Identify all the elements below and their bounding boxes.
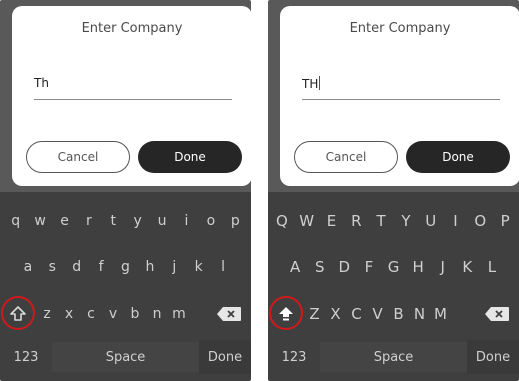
keyboard: q w e r t y u i o p a s d f g h j k l z … (0, 192, 251, 381)
key-y[interactable]: Y (394, 206, 419, 236)
key-h[interactable]: H (406, 252, 431, 282)
dialog-title: Enter Company (349, 21, 451, 36)
key-n[interactable]: n (146, 299, 168, 329)
keyboard-row-1: Q W E R T Y U I O P (268, 206, 519, 236)
cancel-button[interactable]: Cancel (26, 141, 130, 173)
key-t[interactable]: t (101, 206, 125, 236)
space-key[interactable]: Space (320, 342, 467, 372)
keyboard: Q W E R T Y U I O P A S D F G H J K L Z … (268, 192, 519, 381)
key-m[interactable]: M (430, 299, 451, 329)
enter-company-dialog: Enter Company TH Cancel Done (280, 6, 519, 186)
key-i[interactable]: i (174, 206, 198, 236)
key-p[interactable]: P (493, 206, 518, 236)
key-i[interactable]: I (443, 206, 468, 236)
company-input-value: TH (302, 77, 319, 91)
key-g[interactable]: g (113, 252, 137, 282)
letter-keys-row-3: z x c v b n m (36, 299, 190, 329)
cancel-button[interactable]: Cancel (294, 141, 398, 173)
screen-uppercase: Enter Company TH Cancel Done Q W E R T Y… (268, 0, 519, 381)
key-l[interactable]: l (211, 252, 235, 282)
key-v[interactable]: v (102, 299, 124, 329)
keyboard-row-2: a s d f g h j k l (0, 252, 251, 282)
highlight-circle (269, 296, 303, 330)
company-input-value: Th (34, 76, 49, 90)
key-z[interactable]: Z (304, 299, 325, 329)
key-v[interactable]: V (367, 299, 388, 329)
done-button[interactable]: Done (406, 141, 510, 173)
key-e[interactable]: e (52, 206, 76, 236)
backspace-key[interactable] (211, 299, 247, 329)
key-o[interactable]: O (468, 206, 493, 236)
key-n[interactable]: N (409, 299, 430, 329)
dim-overlay: Enter Company Th Cancel Done (0, 0, 251, 192)
letter-keys-row-3: Z X C V B N M (304, 299, 451, 329)
key-o[interactable]: o (199, 206, 223, 236)
key-a[interactable]: a (16, 252, 40, 282)
key-c[interactable]: c (80, 299, 102, 329)
keyboard-row-1: q w e r t y u i o p (0, 206, 251, 236)
key-p[interactable]: p (223, 206, 247, 236)
keyboard-bottom-row: 123 Space Done (268, 340, 519, 374)
key-f[interactable]: f (89, 252, 113, 282)
key-z[interactable]: z (36, 299, 58, 329)
dialog-title: Enter Company (81, 21, 183, 36)
screen-lowercase: Enter Company Th Cancel Done q w e r t y… (0, 0, 251, 381)
key-m[interactable]: m (168, 299, 190, 329)
key-q[interactable]: Q (270, 206, 295, 236)
key-u[interactable]: u (150, 206, 174, 236)
keyboard-row-3: Z X C V B N M (268, 296, 519, 330)
company-input-value-wrap: TH (302, 76, 321, 91)
key-w[interactable]: W (294, 206, 319, 236)
numbers-key[interactable]: 123 (268, 340, 320, 374)
numbers-key[interactable]: 123 (0, 340, 52, 374)
key-h[interactable]: h (138, 252, 162, 282)
keyboard-row-3: z x c v b n m (0, 296, 251, 330)
keyboard-done-key[interactable]: Done (467, 340, 519, 374)
key-s[interactable]: S (307, 252, 332, 282)
key-d[interactable]: d (65, 252, 89, 282)
keyboard-bottom-row: 123 Space Done (0, 340, 251, 374)
comparison-stage: Enter Company Th Cancel Done q w e r t y… (0, 0, 519, 381)
key-g[interactable]: G (381, 252, 406, 282)
key-q[interactable]: q (4, 206, 28, 236)
key-y[interactable]: y (126, 206, 150, 236)
company-input[interactable]: TH (302, 70, 500, 100)
key-l[interactable]: L (480, 252, 505, 282)
backspace-icon (217, 307, 241, 321)
key-k[interactable]: K (455, 252, 480, 282)
key-d[interactable]: D (332, 252, 357, 282)
key-w[interactable]: w (28, 206, 52, 236)
enter-company-dialog: Enter Company Th Cancel Done (12, 6, 251, 186)
key-j[interactable]: j (162, 252, 186, 282)
key-k[interactable]: k (186, 252, 210, 282)
shift-key[interactable] (0, 296, 36, 330)
backspace-icon (485, 307, 509, 321)
key-r[interactable]: r (77, 206, 101, 236)
key-j[interactable]: J (430, 252, 455, 282)
key-r[interactable]: R (344, 206, 369, 236)
company-input[interactable]: Th (34, 70, 232, 100)
key-f[interactable]: F (357, 252, 382, 282)
key-t[interactable]: T (369, 206, 394, 236)
key-x[interactable]: X (325, 299, 346, 329)
backspace-key[interactable] (479, 299, 515, 329)
space-key[interactable]: Space (52, 342, 199, 372)
key-b[interactable]: B (388, 299, 409, 329)
highlight-circle (1, 296, 35, 330)
key-e[interactable]: E (319, 206, 344, 236)
key-a[interactable]: A (283, 252, 308, 282)
key-s[interactable]: s (40, 252, 64, 282)
key-c[interactable]: C (346, 299, 367, 329)
text-caret (319, 76, 321, 90)
key-x[interactable]: x (58, 299, 80, 329)
keyboard-row-2: A S D F G H J K L (268, 252, 519, 282)
done-button[interactable]: Done (138, 141, 242, 173)
keyboard-done-key[interactable]: Done (199, 340, 251, 374)
shift-key[interactable] (268, 296, 304, 330)
key-b[interactable]: b (124, 299, 146, 329)
key-u[interactable]: U (418, 206, 443, 236)
dim-overlay: Enter Company TH Cancel Done (268, 0, 519, 192)
